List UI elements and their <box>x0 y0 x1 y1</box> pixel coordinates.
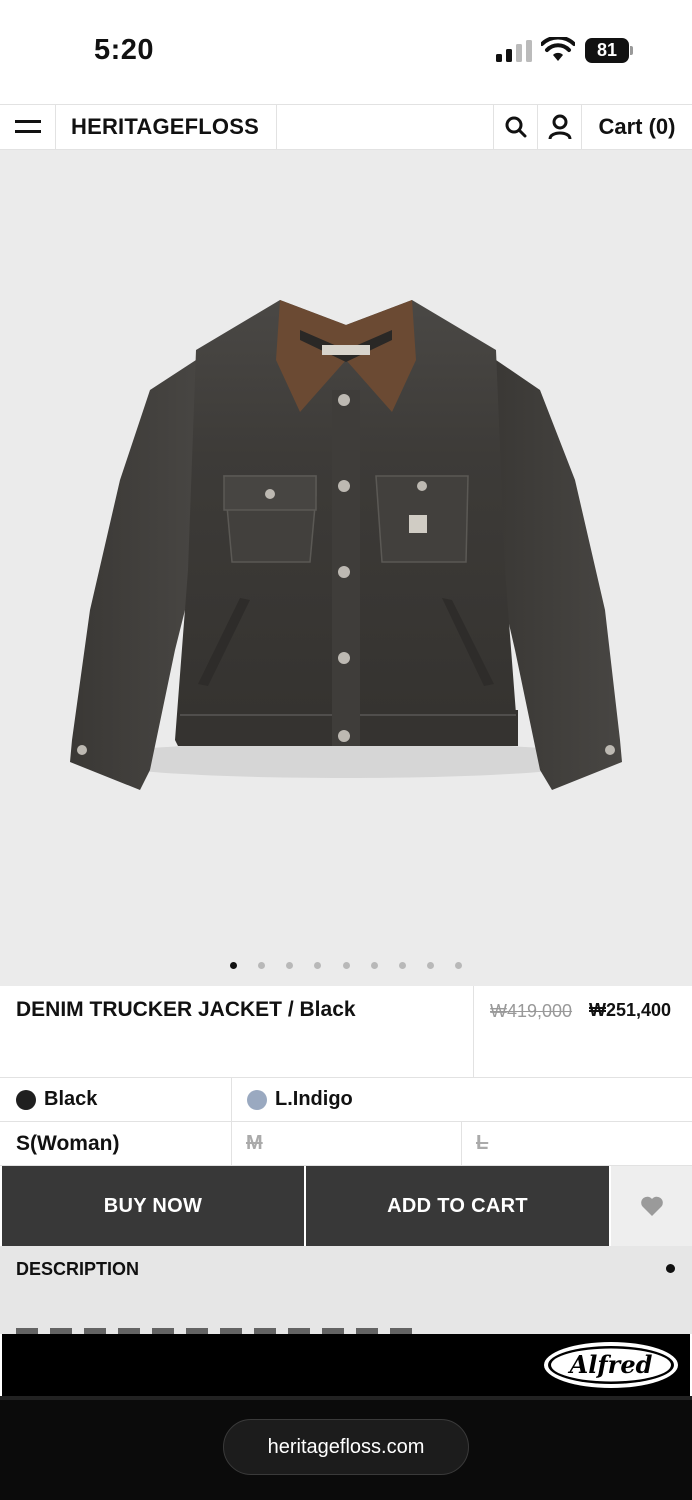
color-swatch <box>16 1089 36 1110</box>
site-header: HERITAGEFLOSS Cart (0) <box>0 104 692 150</box>
gallery-dot[interactable] <box>399 962 406 969</box>
product-gallery[interactable] <box>0 150 692 986</box>
size-option-l[interactable]: L <box>462 1122 692 1165</box>
sale-price: ₩251,400 <box>589 1000 672 1020</box>
product-title: DENIM TRUCKER JACKET / Black <box>16 998 356 1021</box>
status-bar: 5:20 81 <box>0 0 692 104</box>
address-bar[interactable]: heritagefloss.com <box>223 1419 469 1475</box>
description-section[interactable]: DESCRIPTION <box>0 1246 692 1334</box>
color-swatch <box>247 1089 267 1110</box>
product-image <box>70 300 622 790</box>
wishlist-button[interactable] <box>611 1166 692 1246</box>
alfred-banner[interactable]: Alfred <box>2 1334 690 1396</box>
color-label: L.Indigo <box>275 1088 353 1110</box>
account-button[interactable] <box>538 105 582 149</box>
user-icon <box>548 114 571 140</box>
hamburger-icon <box>14 120 41 133</box>
gallery-dot[interactable] <box>455 962 462 969</box>
color-label: Black <box>44 1088 98 1110</box>
gallery-dot[interactable] <box>314 962 321 969</box>
gallery-dot[interactable] <box>427 962 434 969</box>
gallery-dot[interactable] <box>343 962 350 969</box>
heart-icon <box>640 1196 663 1216</box>
wifi-icon <box>541 37 575 61</box>
add-to-cart-button[interactable]: ADD TO CART <box>306 1166 609 1246</box>
product-info: DENIM TRUCKER JACKET / Black ₩419,000 ₩2… <box>0 986 692 1078</box>
color-options: Black L.Indigo <box>0 1078 692 1122</box>
gallery-dot[interactable] <box>258 962 265 969</box>
size-option-m[interactable]: M <box>232 1122 462 1165</box>
color-option-l-indigo[interactable]: L.Indigo <box>232 1078 692 1121</box>
signal-icon <box>496 40 532 62</box>
browser-toolbar: heritagefloss.com <box>0 1400 692 1500</box>
expand-indicator-icon <box>666 1264 675 1273</box>
alfred-logo: Alfred <box>544 1342 678 1388</box>
gallery-pagination <box>0 960 692 972</box>
description-title: DESCRIPTION <box>16 1259 140 1279</box>
brand-logo[interactable]: HERITAGEFLOSS <box>56 105 277 149</box>
action-buttons: BUY NOW ADD TO CART <box>0 1166 692 1246</box>
battery-icon: 81 <box>585 38 633 63</box>
size-options: S(Woman) M L <box>0 1122 692 1166</box>
gallery-dot[interactable] <box>371 962 378 969</box>
alfred-logo-text: Alfred <box>568 1350 653 1379</box>
status-time: 5:20 <box>94 34 155 66</box>
size-option-s[interactable]: S(Woman) <box>0 1122 232 1165</box>
color-option-black[interactable]: Black <box>0 1078 232 1121</box>
search-button[interactable] <box>493 105 538 149</box>
original-price: ₩419,000 <box>490 1001 573 1021</box>
gallery-dot[interactable] <box>286 962 293 969</box>
gallery-dot[interactable] <box>230 962 237 969</box>
cart-link[interactable]: Cart (0) <box>582 105 692 149</box>
battery-level: 81 <box>585 38 629 63</box>
price-box: ₩419,000 ₩251,400 <box>473 986 692 1077</box>
buy-now-button[interactable]: BUY NOW <box>2 1166 304 1246</box>
menu-button[interactable] <box>0 105 56 149</box>
search-icon <box>505 116 526 138</box>
